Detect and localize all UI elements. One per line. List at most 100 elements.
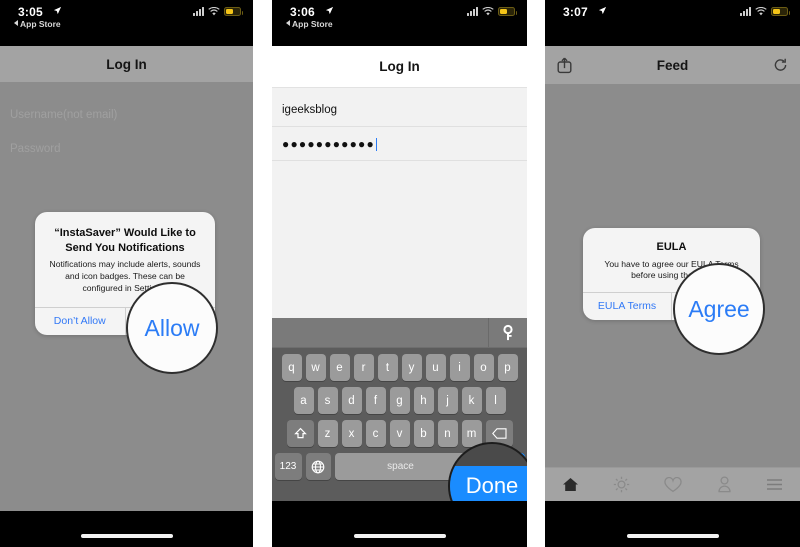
key-f[interactable]: f — [365, 387, 386, 414]
cellular-bars-icon — [740, 7, 751, 16]
keyboard-accessory-bar — [272, 318, 527, 348]
location-arrow-icon — [325, 6, 334, 15]
login-screen-dimmed: Log In Username(not email) Password “Ins… — [0, 46, 253, 511]
wifi-icon — [482, 7, 494, 16]
key-v[interactable]: v — [389, 420, 410, 447]
key-c[interactable]: c — [365, 420, 386, 447]
tab-brightness[interactable] — [613, 476, 630, 493]
key-u[interactable]: u — [425, 354, 446, 381]
status-bar: 3:07 — [545, 0, 800, 46]
globe-icon[interactable] — [305, 453, 331, 480]
status-bar: 3:06 App Store — [272, 0, 527, 46]
wifi-icon — [208, 7, 220, 16]
key-n[interactable]: n — [437, 420, 458, 447]
key-e[interactable]: e — [329, 354, 350, 381]
back-to-app-store[interactable]: App Store — [14, 19, 61, 29]
username-field[interactable]: Username(not email) — [0, 98, 253, 131]
phone-screenshot-login: 3:06 App Store Log In igeeksblog ●●●●●●●… — [272, 0, 527, 547]
key-q[interactable]: q — [281, 354, 302, 381]
keyboard-row-2: a s d f g h j k l — [274, 387, 525, 414]
home-bar-area — [545, 501, 800, 547]
key-g[interactable]: g — [389, 387, 410, 414]
alert-title: “InstaSaver” Would Like to Send You Noti… — [54, 227, 196, 254]
key-password-icon[interactable] — [500, 324, 516, 342]
refresh-icon[interactable] — [773, 58, 788, 73]
keyboard-row-1: q w e r t y u i o p — [274, 354, 525, 381]
nav-bar: Feed — [545, 46, 800, 84]
magnifier-label: Done — [465, 473, 519, 498]
dont-allow-button[interactable]: Don’t Allow — [35, 308, 125, 335]
magnifier-label: Allow — [144, 314, 200, 341]
tab-profile[interactable] — [717, 476, 732, 493]
username-value: igeeksblog — [282, 104, 337, 116]
back-to-app-store[interactable]: App Store — [286, 19, 333, 29]
feed-screen-dimmed: Feed EULA You have to agree our EULA Ter… — [545, 46, 800, 501]
key-k[interactable]: k — [461, 387, 482, 414]
magnifier-allow: Allow — [126, 282, 218, 374]
nav-bar: Log In — [0, 46, 253, 82]
phone-screenshot-notifications: 3:05 App Store Log In Username(not email — [0, 0, 253, 547]
key-w[interactable]: w — [305, 354, 326, 381]
location-arrow-icon — [598, 6, 607, 15]
tab-favorites[interactable] — [664, 476, 683, 493]
status-icons — [740, 7, 790, 16]
page-title: Feed — [656, 57, 689, 73]
wifi-icon — [755, 7, 767, 16]
key-i[interactable]: i — [449, 354, 470, 381]
key-j[interactable]: j — [437, 387, 458, 414]
screenshot-stage: 3:05 App Store Log In Username(not email — [0, 0, 800, 547]
key-l[interactable]: l — [485, 387, 506, 414]
key-x[interactable]: x — [341, 420, 362, 447]
key-s[interactable]: s — [317, 387, 338, 414]
home-indicator[interactable] — [353, 534, 446, 538]
page-title: Log In — [379, 59, 420, 74]
status-icons — [467, 7, 517, 16]
battery-low-power-icon — [224, 7, 243, 16]
key-p[interactable]: p — [497, 354, 518, 381]
nav-bar: Log In — [272, 46, 527, 88]
phone-screenshot-feed: 3:07 Feed EULA You have to agree our EUL… — [545, 0, 800, 547]
password-placeholder: Password — [10, 142, 61, 155]
key-z[interactable]: z — [317, 420, 338, 447]
magnifier-agree: Agree — [673, 263, 765, 355]
home-indicator[interactable] — [626, 534, 719, 538]
status-bar: 3:05 App Store — [0, 0, 253, 46]
status-time: 3:06 — [290, 5, 315, 19]
key-d[interactable]: d — [341, 387, 362, 414]
home-bar-area — [272, 501, 527, 547]
magnifier-label: Agree — [688, 295, 750, 322]
password-value: ●●●●●●●●●●● — [282, 137, 375, 151]
text-caret — [375, 137, 378, 151]
battery-low-power-icon — [771, 7, 790, 16]
key-h[interactable]: h — [413, 387, 434, 414]
key-t[interactable]: t — [377, 354, 398, 381]
location-arrow-icon — [53, 6, 62, 15]
key-a[interactable]: a — [293, 387, 314, 414]
username-placeholder: Username(not email) — [10, 108, 118, 121]
cellular-bars-icon — [467, 7, 478, 16]
space-key[interactable]: space — [334, 453, 467, 480]
key-y[interactable]: y — [401, 354, 422, 381]
tab-home[interactable] — [562, 477, 579, 492]
status-icons — [193, 7, 243, 16]
cellular-bars-icon — [193, 7, 204, 16]
home-bar-area — [0, 511, 253, 547]
key-o[interactable]: o — [473, 354, 494, 381]
eula-terms-button[interactable]: EULA Terms — [583, 293, 671, 320]
shift-arrow-icon[interactable] — [286, 420, 314, 447]
login-screen: Log In igeeksblog ●●●●●●●●●●● q w e r t … — [272, 46, 527, 501]
numbers-key[interactable]: 123 — [274, 453, 302, 480]
alert-title: EULA — [656, 241, 687, 253]
battery-low-power-icon — [498, 7, 517, 16]
share-icon[interactable] — [557, 57, 572, 74]
password-field[interactable]: ●●●●●●●●●●● — [272, 128, 527, 161]
page-title: Log In — [106, 56, 147, 72]
tab-menu[interactable] — [766, 478, 783, 491]
password-field[interactable]: Password — [0, 132, 253, 165]
tab-bar — [545, 467, 800, 501]
username-field[interactable]: igeeksblog — [272, 94, 527, 127]
key-b[interactable]: b — [413, 420, 434, 447]
status-time: 3:07 — [563, 5, 588, 19]
key-r[interactable]: r — [353, 354, 374, 381]
home-indicator[interactable] — [80, 534, 173, 538]
